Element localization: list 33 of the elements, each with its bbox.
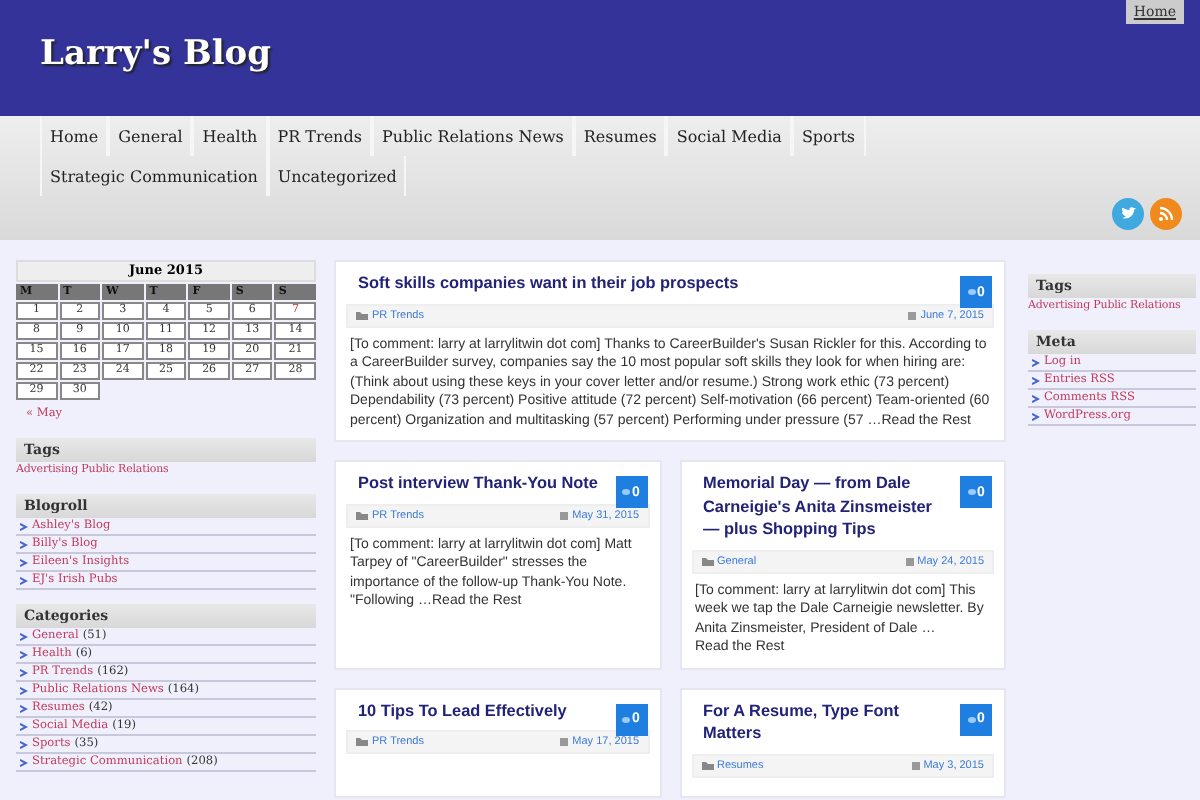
calendar-icon: [911, 761, 920, 769]
speech-bubble-icon: [967, 715, 976, 723]
speech-bubble-icon: [967, 288, 976, 296]
folder-icon: [701, 557, 713, 565]
calendar-icon: [908, 311, 917, 319]
nav-item[interactable]: General: [108, 116, 193, 156]
rss-icon[interactable]: [1150, 198, 1182, 230]
folder-icon: [701, 761, 713, 769]
post-title[interactable]: For A Resume, Type Font Matters: [703, 699, 946, 745]
post-title[interactable]: 10 Tips To Lead Effectively: [358, 699, 601, 722]
calendar-icon: [905, 557, 914, 565]
post-title[interactable]: Soft skills companies want in their job prospects: [358, 272, 946, 295]
speech-bubble-icon: [622, 488, 631, 496]
folder-icon: [356, 738, 368, 746]
nav-item[interactable]: PR Trends: [267, 116, 372, 156]
nav-item[interactable]: Home: [40, 116, 109, 156]
folder-icon: [356, 511, 368, 519]
nav-item[interactable]: Uncategorized: [267, 156, 407, 196]
site-title[interactable]: Larry's Blog: [40, 34, 272, 74]
nav-item[interactable]: Social Media: [666, 116, 792, 156]
twitter-bird-icon[interactable]: [1112, 198, 1144, 230]
post-title[interactable]: Post interview Thank-You Note: [358, 472, 601, 495]
speech-bubble-icon: [622, 715, 631, 723]
folder-icon: [356, 311, 368, 319]
nav-item[interactable]: Resumes: [573, 116, 667, 156]
post-title[interactable]: Memorial Day — from Dale Carneigie's Anita Zinsmeister — plus Shopping Tips: [703, 472, 946, 541]
nav-item[interactable]: Health: [192, 116, 268, 156]
nav-item[interactable]: Strategic Communication: [40, 156, 268, 196]
nav-item[interactable]: Public Relations News: [371, 116, 574, 156]
calendar-icon: [560, 511, 569, 519]
nav-item[interactable]: Sports: [791, 116, 866, 156]
speech-bubble-icon: [967, 488, 976, 496]
calendar-icon: [560, 738, 569, 746]
